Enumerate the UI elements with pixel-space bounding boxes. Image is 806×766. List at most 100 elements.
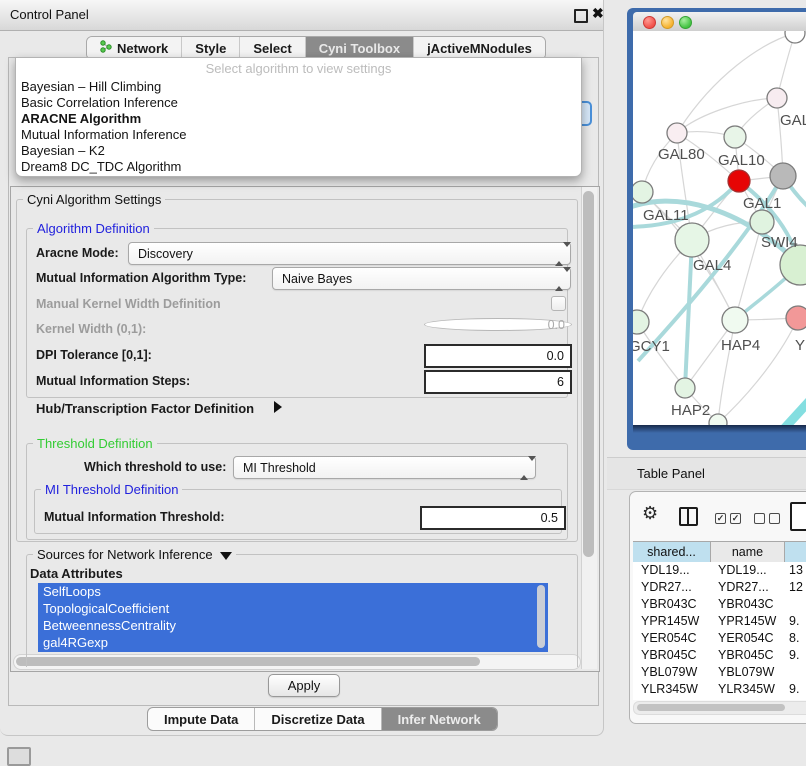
tab-cyni-toolbox[interactable]: Cyni Toolbox (306, 37, 414, 59)
table-rows: YDL19... YDL19... 13 YDR27... YDR27... 1… (633, 562, 806, 700)
table-row[interactable]: YDR27... YDR27... 12 (633, 579, 806, 596)
tab-network[interactable]: Network (87, 37, 182, 59)
table-horizontal-scrollbar[interactable] (633, 701, 806, 715)
combo-spinner-icon (555, 272, 563, 285)
tab-label: Select (253, 41, 291, 56)
deselect-all-checkboxes-icon[interactable] (754, 513, 780, 524)
select-all-checkboxes-icon[interactable]: ✓ ✓ (715, 513, 741, 524)
mi-steps-input[interactable]: 6 (424, 370, 572, 394)
data-attributes-label: Data Attributes (30, 566, 123, 581)
list-item[interactable]: SelfLoops (38, 583, 548, 600)
network-canvas[interactable]: GAL GAL80 GAL10 GAL1 GAL11 SWI4 GAL4 GCY… (633, 31, 806, 425)
table-panel-body: ⚙ ✓ ✓ shared... name A YDL19... YDL19...… (629, 491, 806, 724)
canvas-bottom-shadow (633, 425, 806, 433)
aracne-mode-select[interactable]: Discovery (128, 242, 571, 265)
tab-discretize-data[interactable]: Discretize Data (255, 708, 381, 730)
cell: YBR045C (633, 647, 711, 664)
mi-type-label: Mutual Information Algorithm Type: (36, 271, 246, 285)
expand-arrow-icon[interactable] (274, 401, 282, 413)
tab-style[interactable]: Style (182, 37, 240, 59)
tab-jactivemnodules[interactable]: jActiveMNodules (414, 37, 545, 59)
collapse-arrow-icon[interactable] (220, 552, 232, 560)
unchecked-box-icon (754, 513, 765, 524)
cell: 9. (785, 647, 806, 664)
list-item[interactable]: BetweennessCentrality (38, 617, 548, 634)
node-gray[interactable] (770, 163, 796, 189)
cell (785, 596, 806, 613)
table-row[interactable]: YLR345W YLR345W 9. (633, 681, 806, 698)
node-red[interactable] (728, 170, 750, 192)
cell: 13 (785, 562, 806, 579)
table-row[interactable]: YER054C YER054C 8. (633, 630, 806, 647)
dropdown-item[interactable]: Mutual Information Inference (19, 127, 576, 143)
tab-infer-network[interactable]: Infer Network (382, 708, 497, 730)
table-row[interactable]: YIL052C YIL052C 9 (633, 698, 806, 700)
manual-kernel-checkbox[interactable] (551, 296, 566, 311)
hub-definition-label[interactable]: Hub/Transcription Factor Definition (36, 401, 254, 416)
node-gal80[interactable] (667, 123, 687, 143)
table-row[interactable]: YBR043C YBR043C (633, 596, 806, 613)
zoom-traffic-light-icon[interactable] (679, 16, 692, 29)
mi-threshold-input[interactable]: 0.5 (420, 506, 566, 530)
node[interactable] (767, 88, 787, 108)
gear-icon[interactable]: ⚙ (642, 504, 658, 522)
cell (785, 664, 806, 681)
split-columns-icon[interactable] (679, 507, 698, 526)
unchecked-box-icon (769, 513, 780, 524)
list-item[interactable]: TopologicalCoefficient (38, 600, 548, 617)
which-threshold-select[interactable]: MI Threshold (233, 456, 536, 479)
aracne-mode-value: Discovery (138, 247, 193, 261)
tab-select[interactable]: Select (240, 37, 305, 59)
node-gcy1[interactable] (633, 310, 649, 334)
node-hap4[interactable] (722, 307, 748, 333)
svg-text:GAL11: GAL11 (643, 207, 689, 224)
dropdown-item[interactable]: Dream8 DC_TDC Algorithm (19, 159, 576, 175)
svg-text:SWI4: SWI4 (761, 234, 798, 251)
dropdown-item-selected[interactable]: ARACNE Algorithm (19, 111, 576, 127)
node-gal1[interactable] (750, 210, 774, 234)
table-row[interactable]: YBR045C YBR045C 9. (633, 647, 806, 664)
table-toolbar: ⚙ ✓ ✓ (630, 492, 806, 540)
list-scrollbar-thumb[interactable] (537, 585, 545, 648)
apply-button[interactable]: Apply (268, 674, 340, 697)
dropdown-item[interactable]: Bayesian – K2 (19, 143, 576, 159)
column-header-partial[interactable]: A (785, 542, 806, 562)
column-header-shared-name[interactable]: shared... (633, 542, 711, 562)
dropdown-item[interactable]: Basic Correlation Inference (19, 95, 576, 111)
node-hap2[interactable] (675, 378, 695, 398)
table-row[interactable]: YBL079W YBL079W (633, 664, 806, 681)
cell: YER054C (711, 630, 785, 647)
tab-impute-data[interactable]: Impute Data (148, 708, 255, 730)
table-row[interactable]: YPR145W YPR145W 9. (633, 613, 806, 630)
new-table-icon[interactable] (790, 502, 806, 531)
combo-spinner-icon (520, 461, 528, 474)
node-gal4[interactable] (675, 223, 709, 257)
table-panel-title: Table Panel (637, 466, 705, 481)
table-row[interactable]: YDL19... YDL19... 13 (633, 562, 806, 579)
network-window-titlebar[interactable] (633, 12, 806, 32)
screen: { "window": { "title": "Control Panel" }… (0, 0, 806, 762)
settings-vertical-scrollbar-thumb[interactable] (583, 191, 594, 557)
minimized-panel-icon[interactable] (7, 747, 31, 766)
node[interactable] (785, 31, 805, 43)
table-horizontal-scrollbar-thumb[interactable] (637, 704, 785, 711)
dropdown-item[interactable]: Bayesian – Hill Climbing (19, 79, 576, 95)
node-gal11[interactable] (633, 181, 653, 203)
network-graph: GAL GAL80 GAL10 GAL1 GAL11 SWI4 GAL4 GCY… (633, 31, 806, 425)
mi-type-value: Naive Bayes (282, 272, 352, 286)
float-window-icon[interactable] (574, 9, 588, 23)
node[interactable] (709, 414, 727, 425)
cell: 9. (785, 681, 806, 698)
list-item[interactable]: gal4RGexp (38, 634, 548, 651)
kernel-width-input[interactable]: 0.0 (424, 318, 572, 331)
minimize-traffic-light-icon[interactable] (661, 16, 674, 29)
dpi-tolerance-input[interactable]: 0.0 (424, 344, 572, 368)
column-header-name[interactable]: name (711, 542, 785, 562)
close-traffic-light-icon[interactable] (643, 16, 656, 29)
node-salmon[interactable] (786, 306, 806, 330)
node-gal10[interactable] (724, 126, 746, 148)
group-title: Threshold Definition (33, 436, 157, 451)
close-icon[interactable]: ✖ (592, 5, 604, 22)
mi-type-select[interactable]: Naive Bayes (272, 267, 571, 290)
network-tab-icon (100, 40, 112, 56)
